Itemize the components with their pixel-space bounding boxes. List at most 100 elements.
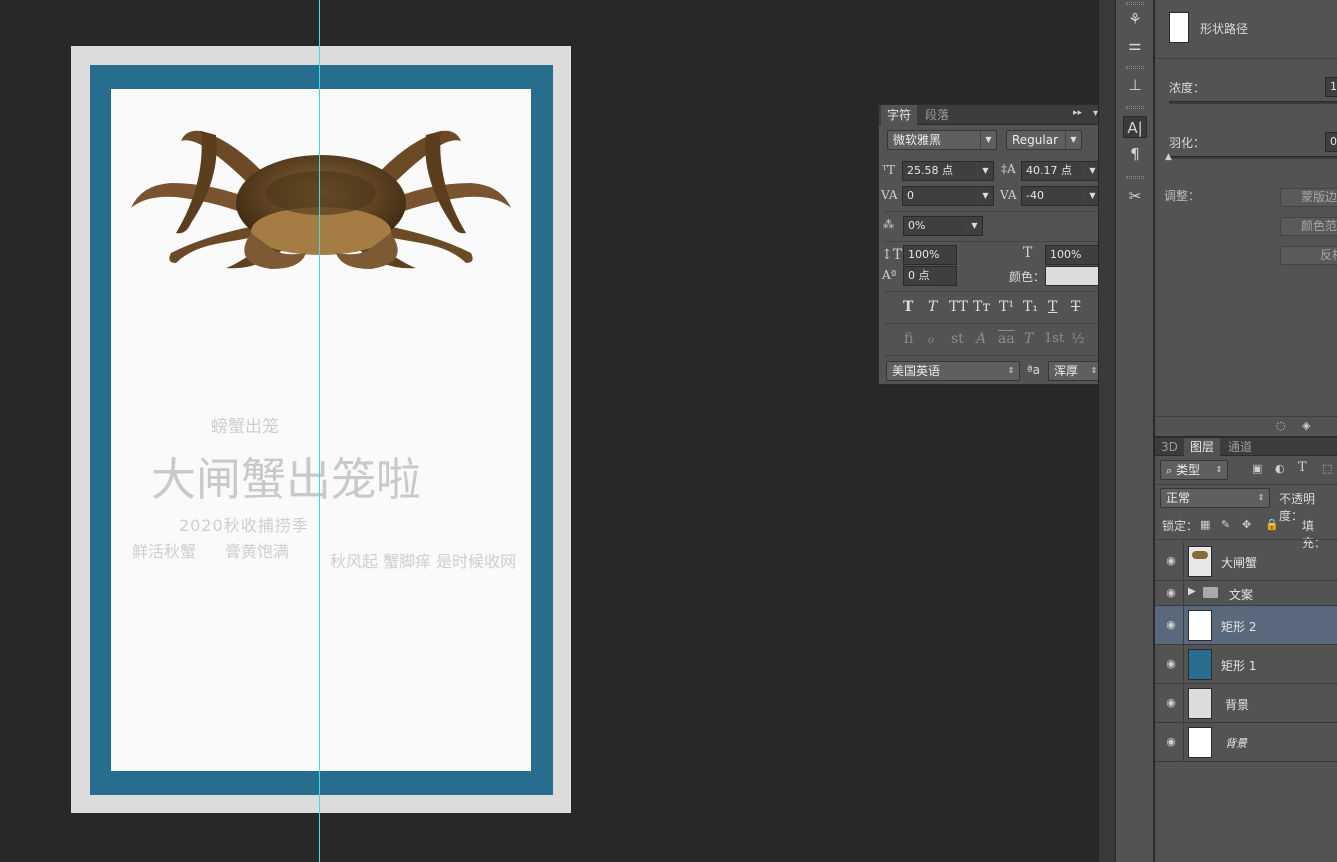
load-selection-icon[interactable]: ◌: [1276, 419, 1286, 432]
small-caps-button[interactable]: Tт: [973, 299, 990, 315]
layer-row-background-shape[interactable]: ◉ 背景: [1155, 684, 1337, 723]
tsume-field[interactable]: 0% ▼: [903, 216, 983, 236]
clone-source-icon[interactable]: ⊥: [1123, 74, 1147, 96]
divider: [883, 323, 1109, 324]
paragraph-panel-icon[interactable]: ¶: [1123, 143, 1147, 165]
antialias-dropdown[interactable]: 浑厚 ⇕: [1048, 361, 1103, 381]
expand-triangle-icon[interactable]: ▶: [1188, 586, 1196, 597]
character-panel-icon[interactable]: A|: [1123, 116, 1147, 138]
divider: [883, 211, 1109, 212]
tab-character[interactable]: 字符: [881, 105, 918, 125]
swash-button[interactable]: A: [976, 331, 986, 347]
visibility-eye-icon[interactable]: ◉: [1164, 657, 1178, 671]
language-dropdown[interactable]: 美国英语 ⇕: [886, 361, 1020, 381]
lock-all-icon[interactable]: 🔒: [1265, 518, 1279, 531]
layer-row-rect-2[interactable]: ◉ 矩形 2: [1155, 606, 1337, 645]
visibility-eye-icon[interactable]: ◉: [1164, 554, 1178, 568]
grip-handle[interactable]: [1126, 2, 1144, 5]
chevron-down-icon: ▼: [977, 187, 993, 205]
visibility-eye-icon[interactable]: ◉: [1164, 696, 1178, 710]
layer-name: 背景: [1225, 698, 1250, 712]
tab-layers[interactable]: 图层: [1184, 438, 1221, 456]
titling-alternates-button[interactable]: T: [1024, 331, 1033, 347]
horizontal-scale-field[interactable]: 100%: [1045, 245, 1099, 265]
layer-thumbnail: [1188, 546, 1212, 577]
leading-value: 40.17 点: [1026, 164, 1072, 177]
slider-thumb[interactable]: ▲: [1165, 152, 1172, 162]
feather-field[interactable]: 0.: [1325, 132, 1337, 152]
text-color-swatch[interactable]: [1045, 266, 1099, 286]
density-slider[interactable]: [1169, 101, 1337, 104]
layer-thumbnail: [1188, 688, 1212, 719]
tab-paragraph[interactable]: 段落: [919, 105, 955, 125]
font-size-field[interactable]: 25.58 点 ▼: [902, 161, 994, 181]
density-field[interactable]: 10: [1325, 77, 1337, 97]
ligatures-button[interactable]: ﬁ: [904, 331, 913, 347]
blend-mode-dropdown[interactable]: 正常 ⇕: [1160, 488, 1270, 508]
baseline-shift-field[interactable]: 0 点: [903, 266, 957, 286]
stylistic-alternates-button[interactable]: aa: [998, 331, 1015, 347]
visibility-eye-icon[interactable]: ◉: [1164, 586, 1178, 600]
tab-3d[interactable]: 3D: [1155, 438, 1184, 456]
fractions-button[interactable]: ½: [1071, 331, 1085, 347]
grip-handle[interactable]: [1126, 106, 1144, 109]
strikethrough-button[interactable]: T: [1071, 299, 1080, 315]
font-style-value: Regular: [1012, 133, 1059, 147]
layer-row-rect-1[interactable]: ◉ 矩形 1: [1155, 645, 1337, 684]
layer-row-background[interactable]: ◉ 背景: [1155, 723, 1337, 762]
brush-presets-icon[interactable]: ⚘: [1123, 8, 1147, 30]
mask-thumbnail[interactable]: [1169, 12, 1189, 43]
faux-italic-button[interactable]: T: [928, 299, 937, 315]
font-family-dropdown[interactable]: 微软雅黑 ▼: [887, 130, 997, 150]
vertical-scale-field[interactable]: 100%: [903, 245, 957, 265]
visibility-eye-icon[interactable]: ◉: [1164, 735, 1178, 749]
chevron-down-icon: ▼: [1065, 131, 1081, 149]
layer-row-copy-group[interactable]: ◉ ▶ 文案: [1155, 581, 1337, 606]
layer-filter-dropdown[interactable]: ⌕ 类型 ⇕: [1160, 460, 1228, 480]
discretionary-ligatures-button[interactable]: ℴ: [927, 331, 933, 347]
lock-position-icon[interactable]: ✥: [1242, 518, 1251, 531]
mask-edge-button[interactable]: 蒙版边: [1280, 188, 1337, 207]
grip-handle[interactable]: [1126, 176, 1144, 179]
font-style-dropdown[interactable]: Regular ▼: [1006, 130, 1082, 150]
divider: [883, 241, 1109, 242]
rect-2-page[interactable]: 螃蟹出笼 大闸蟹出笼啦 2020秋收捕捞季 鲜活秋蟹 膏黄饱满 秋风起 蟹脚痒 …: [111, 89, 531, 771]
filter-pixel-icon[interactable]: ▣: [1252, 462, 1262, 475]
color-range-button[interactable]: 颜色范: [1280, 217, 1337, 236]
grip-handle[interactable]: [1126, 66, 1144, 69]
crab-thumb-icon: [1192, 551, 1208, 559]
chevron-down-icon: ▼: [977, 162, 993, 180]
layer-row-crab[interactable]: ◉ 大闸蟹: [1155, 542, 1337, 581]
leading-field[interactable]: 40.17 点 ▼: [1021, 161, 1101, 181]
collapse-icon[interactable]: ▸▸: [1073, 108, 1082, 118]
apply-mask-icon[interactable]: ◈: [1302, 419, 1310, 432]
superscript-button[interactable]: T¹: [999, 299, 1014, 315]
visibility-eye-icon[interactable]: ◉: [1164, 618, 1178, 632]
filter-type-icon[interactable]: T: [1298, 460, 1307, 475]
tracking-field[interactable]: -40 ▼: [1021, 186, 1101, 206]
invert-button[interactable]: 反相: [1280, 246, 1337, 265]
mask-label: 形状路径: [1200, 22, 1249, 36]
crab-image[interactable]: [131, 123, 511, 271]
filter-shape-icon[interactable]: ⬚: [1322, 462, 1332, 475]
subscript-button[interactable]: T₁: [1023, 299, 1038, 315]
lock-pixels-icon[interactable]: ✎: [1221, 518, 1230, 531]
vertical-guide[interactable]: [319, 0, 320, 862]
underline-button[interactable]: T: [1048, 299, 1057, 315]
artwork-headline: 大闸蟹出笼啦: [151, 453, 422, 506]
feather-slider[interactable]: [1169, 156, 1337, 159]
faux-bold-button[interactable]: T: [903, 299, 913, 315]
font-size-icon: ᵀT: [882, 163, 896, 177]
filter-adjustment-icon[interactable]: ◐: [1275, 462, 1285, 475]
kerning-field[interactable]: 0 ▼: [902, 186, 994, 206]
all-caps-button[interactable]: TT: [949, 299, 968, 315]
layer-name: 背景: [1225, 737, 1247, 750]
contextual-alternates-button[interactable]: st: [951, 331, 964, 347]
divider: [1155, 484, 1337, 485]
adjustments-icon[interactable]: ⚌: [1123, 34, 1147, 56]
tab-channels[interactable]: 通道: [1222, 438, 1258, 456]
tsume-value: 0%: [908, 219, 926, 232]
lock-transparent-icon[interactable]: ▦: [1200, 518, 1210, 531]
tools-icon[interactable]: ✂: [1123, 185, 1147, 207]
ordinals-button[interactable]: 1st: [1044, 331, 1064, 346]
